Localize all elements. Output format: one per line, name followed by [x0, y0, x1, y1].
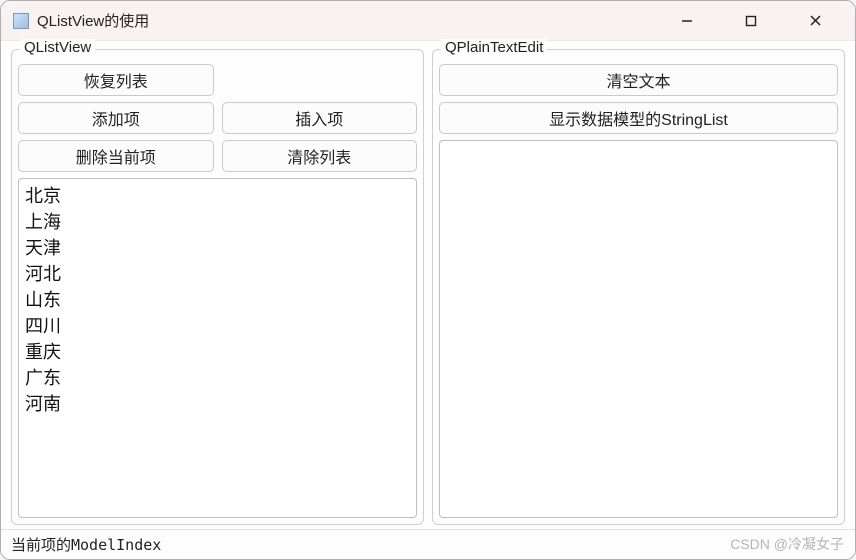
list-item[interactable]: 四川	[25, 313, 410, 339]
clear-text-button[interactable]: 清空文本	[439, 64, 838, 96]
list-item[interactable]: 上海	[25, 209, 410, 235]
client-area: QListView 恢复列表 添加项 插入项 删除当前项 清除列表 北京上海天津…	[1, 41, 855, 559]
listview[interactable]: 北京上海天津河北山东四川重庆广东河南	[18, 178, 417, 518]
list-item[interactable]: 河北	[25, 261, 410, 287]
row-add-insert: 添加项 插入项	[18, 102, 417, 134]
plaintextedit[interactable]	[439, 140, 838, 518]
restore-list-button[interactable]: 恢复列表	[18, 64, 214, 96]
delete-current-button[interactable]: 删除当前项	[18, 140, 214, 172]
row-restore: 恢复列表	[18, 64, 417, 96]
list-item[interactable]: 天津	[25, 235, 410, 261]
window-controls	[669, 7, 843, 35]
statusbar-text: 当前项的ModelIndex	[11, 534, 161, 555]
list-item[interactable]: 北京	[25, 183, 410, 209]
show-stringlist-button[interactable]: 显示数据模型的StringList	[439, 102, 838, 134]
list-item[interactable]: 河南	[25, 391, 410, 417]
window-title: QListView的使用	[37, 10, 669, 31]
listview-group-title: QListView	[20, 39, 95, 56]
row-show-stringlist: 显示数据模型的StringList	[439, 102, 838, 134]
clear-list-button[interactable]: 清除列表	[222, 140, 418, 172]
titlebar: QListView的使用	[1, 1, 855, 41]
row-delete-clear: 删除当前项 清除列表	[18, 140, 417, 172]
app-window: QListView的使用 QListView 恢复列表 添加项 插入项	[0, 0, 856, 560]
minimize-button[interactable]	[669, 7, 705, 35]
add-item-button[interactable]: 添加项	[18, 102, 214, 134]
statusbar: 当前项的ModelIndex	[1, 529, 855, 559]
app-icon	[13, 13, 29, 29]
insert-item-button[interactable]: 插入项	[222, 102, 418, 134]
list-item[interactable]: 重庆	[25, 339, 410, 365]
plaintextedit-groupbox: QPlainTextEdit 清空文本 显示数据模型的StringList	[432, 49, 845, 525]
listview-groupbox: QListView 恢复列表 添加项 插入项 删除当前项 清除列表 北京上海天津…	[11, 49, 424, 525]
main-area: QListView 恢复列表 添加项 插入项 删除当前项 清除列表 北京上海天津…	[1, 41, 855, 529]
close-button[interactable]	[797, 7, 833, 35]
list-item[interactable]: 山东	[25, 287, 410, 313]
row-cleartext: 清空文本	[439, 64, 838, 96]
maximize-button[interactable]	[733, 7, 769, 35]
plaintextedit-group-title: QPlainTextEdit	[441, 39, 547, 56]
list-item[interactable]: 广东	[25, 365, 410, 391]
